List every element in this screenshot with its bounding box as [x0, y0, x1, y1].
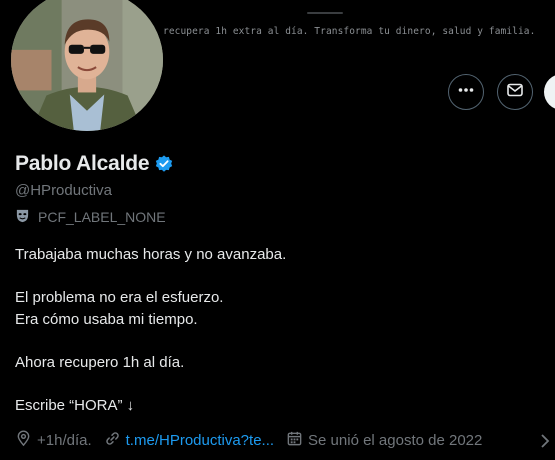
- mail-icon: [506, 81, 524, 104]
- profile-location-text: +1h/día.: [37, 432, 92, 449]
- more-button[interactable]: [448, 74, 484, 110]
- profile-name: Pablo Alcalde: [15, 152, 150, 175]
- profile-meta: +1h/día. t.me/HProductiva?te... Se unió …: [15, 430, 494, 451]
- avatar-photo: [11, 0, 163, 131]
- profile-name-row: Pablo Alcalde: [15, 152, 174, 176]
- bio-line: Escribe “HORA” ↓: [15, 397, 135, 414]
- bio-line: El problema no era el esfuerzo.: [15, 289, 224, 306]
- profile-link-text[interactable]: t.me/HProductiva?te...: [126, 432, 274, 449]
- profile-location: +1h/día.: [15, 430, 92, 451]
- bio-blank-line: [15, 266, 286, 287]
- bio-blank-line: [15, 374, 286, 395]
- message-button[interactable]: [497, 74, 533, 110]
- avatar[interactable]: [7, 0, 167, 135]
- more-icon: [457, 81, 475, 104]
- profile-joined: Se unió el agosto de 2022: [286, 430, 482, 451]
- calendar-icon: [286, 430, 308, 451]
- link-icon: [104, 430, 126, 451]
- mask-icon: [15, 208, 38, 226]
- follow-button[interactable]: [544, 74, 555, 110]
- profile-link[interactable]: t.me/HProductiva?te...: [104, 430, 274, 451]
- bio-blank-line: [15, 331, 286, 352]
- banner-text: recupera 1h extra al día. Transforma tu …: [163, 26, 536, 37]
- profile-label-text: PCF_LABEL_NONE: [38, 209, 166, 225]
- bio-line: Trabajaba muchas horas y no avanzaba.: [15, 246, 287, 263]
- profile-bio: Trabajaba muchas horas y no avanzaba. El…: [15, 244, 286, 417]
- banner-divider: [307, 12, 343, 14]
- bio-line: Ahora recupero 1h al día.: [15, 354, 185, 371]
- verified-badge-icon[interactable]: [154, 154, 174, 174]
- profile-joined-text: Se unió el agosto de 2022: [308, 432, 483, 449]
- location-pin-icon: [15, 430, 37, 451]
- bio-line: Era cómo usaba mi tiempo.: [15, 311, 198, 328]
- profile-label: PCF_LABEL_NONE: [15, 208, 166, 226]
- profile-handle: @HProductiva: [15, 182, 112, 199]
- chevron-right-icon[interactable]: [539, 433, 551, 454]
